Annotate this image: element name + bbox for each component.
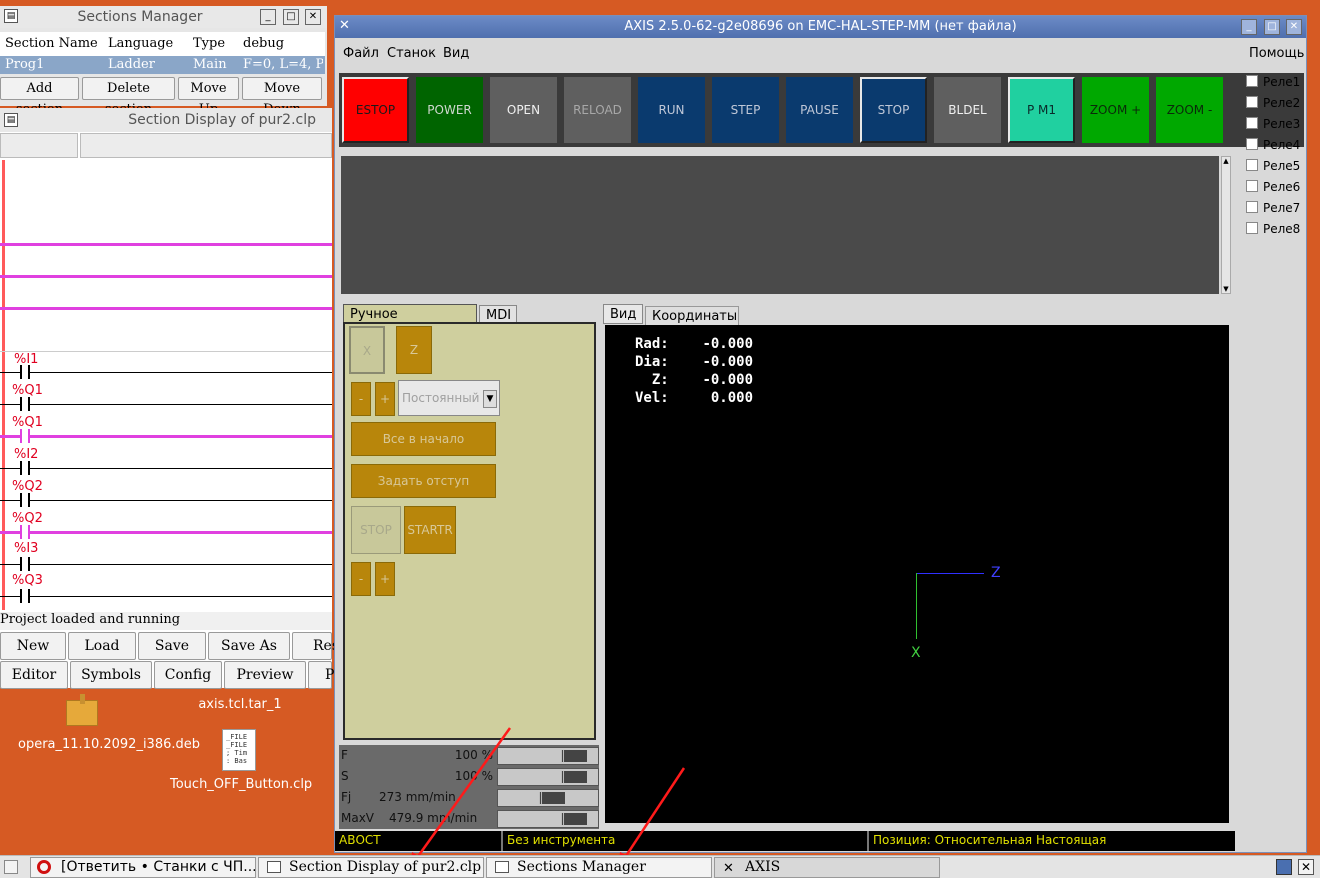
x-app-icon: ✕ xyxy=(723,861,734,876)
x-app-tray-icon[interactable]: ✕ xyxy=(1298,859,1314,875)
taskbar-label: AXIS xyxy=(745,859,781,875)
taskbar-label: Section Display of pur2.clp xyxy=(289,859,482,875)
taskbar-label: Sections Manager xyxy=(517,859,646,875)
taskbar-item-axis[interactable]: ✕ AXIS xyxy=(714,857,940,878)
taskbar: [Ответить • Станки с ЧП... Section Displ… xyxy=(0,855,1320,878)
taskbar-item-section-display[interactable]: Section Display of pur2.clp xyxy=(258,857,484,878)
taskbar-label: [Ответить • Станки с ЧП... xyxy=(61,859,256,875)
taskbar-item-opera[interactable]: [Ответить • Станки с ЧП... xyxy=(30,857,256,878)
taskbar-item-sections-manager[interactable]: Sections Manager xyxy=(486,857,712,878)
annotation-arrows xyxy=(410,727,686,868)
show-desktop-icon[interactable] xyxy=(4,860,18,874)
pager-icon[interactable] xyxy=(1276,859,1292,875)
opera-icon xyxy=(37,860,51,874)
window-icon xyxy=(267,861,281,873)
window-icon xyxy=(495,861,509,873)
